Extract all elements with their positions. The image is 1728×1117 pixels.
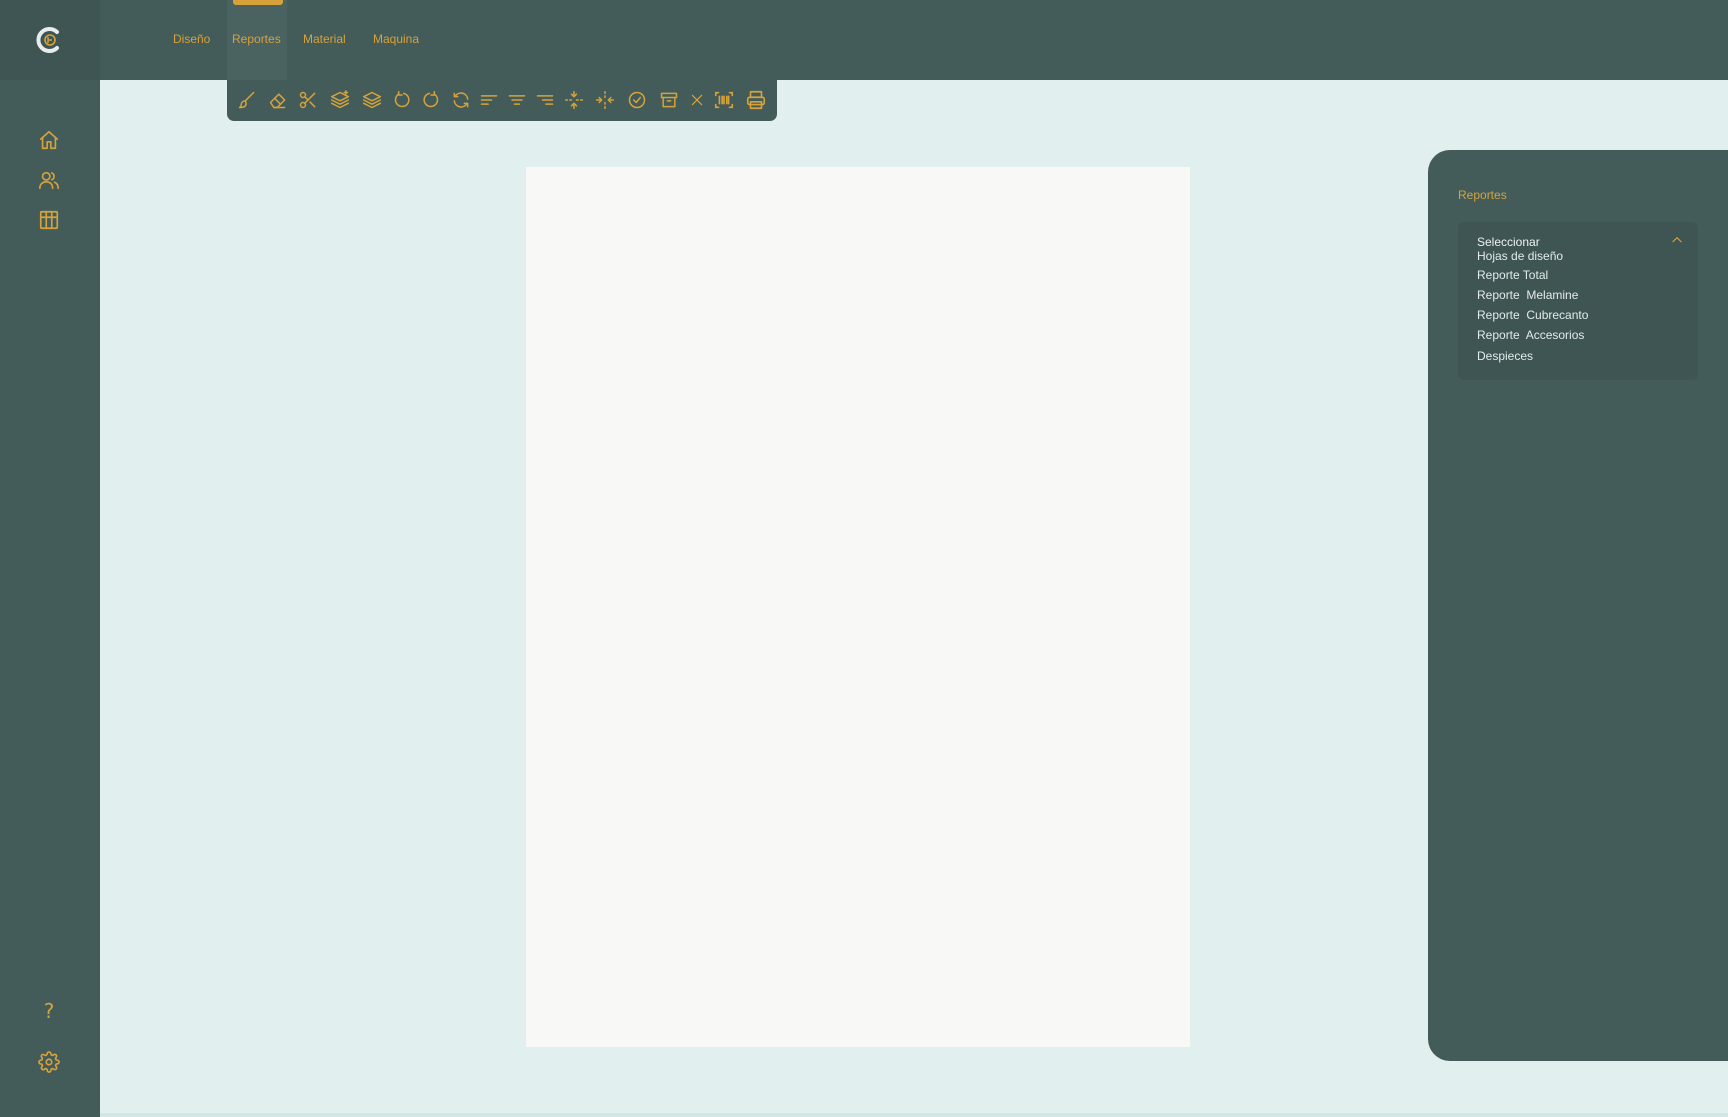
tool-align-right[interactable] [533, 88, 557, 112]
barcode-icon [714, 91, 734, 109]
tool-align-center[interactable] [505, 88, 529, 112]
tool-archive[interactable] [657, 88, 681, 112]
report-option-despieces[interactable]: Despieces [1477, 349, 1533, 363]
tool-rotate-ccw[interactable] [419, 88, 443, 112]
tool-print[interactable] [744, 88, 768, 112]
panel-title: Reportes [1458, 188, 1507, 202]
report-option-accesorios[interactable]: Reporte Accesorios [1477, 328, 1584, 342]
tool-barcode[interactable] [712, 88, 736, 112]
tool-check[interactable] [625, 88, 649, 112]
reports-panel: Reportes Seleccionar Hojas de diseño Rep… [1428, 150, 1728, 1061]
close-icon [691, 94, 703, 106]
design-canvas[interactable] [526, 167, 1190, 1047]
sidebar-item-help[interactable]: ? [36, 998, 62, 1024]
align-center-icon [508, 95, 526, 105]
tool-split-vertical[interactable] [562, 88, 586, 112]
tool-scissors[interactable] [296, 88, 320, 112]
sidebar-item-users[interactable] [36, 167, 62, 193]
refresh-icon [453, 92, 469, 108]
settings-icon [38, 1051, 60, 1073]
tab-maquina[interactable]: Maquina [373, 32, 419, 46]
report-select[interactable]: Seleccionar Hojas de diseño Reporte Tota… [1458, 222, 1698, 380]
report-option-hojas[interactable]: Hojas de diseño [1477, 249, 1563, 263]
brush-icon [238, 91, 255, 109]
scissors-icon [299, 91, 316, 109]
printer-icon [746, 90, 766, 110]
report-select-value[interactable]: Seleccionar [1477, 235, 1540, 249]
check-circle-icon [628, 91, 646, 109]
help-icon: ? [43, 999, 55, 1023]
tool-split-horizontal[interactable] [593, 88, 617, 112]
rotate-ccw-icon [423, 90, 439, 108]
tab-material[interactable]: Material [303, 32, 346, 46]
c-logo-icon [36, 27, 59, 53]
split-vertical-icon [564, 90, 584, 110]
sidebar-item-store[interactable] [36, 207, 62, 233]
tab-reportes[interactable]: Reportes [232, 32, 281, 46]
nav-active-indicator [233, 0, 283, 5]
archive-icon [660, 92, 678, 108]
tool-layer-add[interactable] [328, 88, 352, 112]
align-right-icon [536, 95, 554, 105]
sidebar: ? [0, 0, 100, 1117]
tool-refresh[interactable] [449, 88, 473, 112]
tool-brush[interactable] [235, 88, 259, 112]
toolbar [227, 80, 777, 121]
split-horizontal-icon [595, 90, 615, 110]
store-icon [39, 210, 59, 230]
tool-align-left[interactable] [477, 88, 501, 112]
users-icon [39, 171, 59, 190]
layers-icon [362, 91, 382, 109]
logo[interactable] [0, 0, 100, 80]
tool-eraser[interactable] [266, 88, 290, 112]
layer-add-icon [330, 90, 350, 109]
sidebar-item-home[interactable] [36, 127, 62, 153]
tool-close[interactable] [685, 88, 709, 112]
eraser-icon [269, 93, 286, 109]
align-left-icon [480, 95, 498, 105]
tool-layers[interactable] [360, 88, 384, 112]
home-icon [39, 130, 59, 150]
rotate-cw-icon [394, 90, 410, 108]
tool-rotate-cw[interactable] [390, 88, 414, 112]
chevron-up-icon[interactable] [1670, 233, 1684, 247]
bottom-strip [100, 1113, 1728, 1117]
report-option-cubrecanto[interactable]: Reporte Cubrecanto [1477, 308, 1588, 322]
report-option-total[interactable]: Reporte Total [1477, 268, 1548, 282]
sidebar-item-settings[interactable] [36, 1049, 62, 1075]
tab-diseno[interactable]: Diseño [173, 32, 210, 46]
report-option-melamine[interactable]: Reporte Melamine [1477, 288, 1578, 302]
